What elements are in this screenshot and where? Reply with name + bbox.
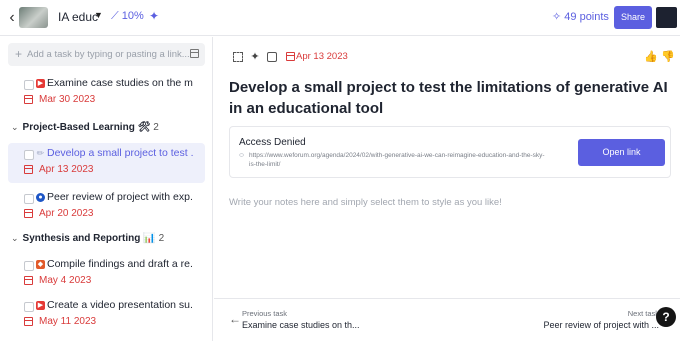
previous-task-label: Previous task (242, 309, 288, 318)
group-count: 2 (158, 233, 165, 244)
gem-icon: ◆ (36, 260, 45, 269)
group-name: Synthesis and Reporting (22, 233, 141, 244)
task-title: Compile findings and draft a re... (47, 258, 193, 270)
points-indicator[interactable]: ✧ 49 points (552, 10, 609, 23)
task-navigation-footer: ← Previous task Examine case studies on … (214, 298, 680, 341)
ai-sparkle-icon[interactable]: ✦ (250, 52, 260, 63)
link-icon: ⬭ (239, 153, 245, 159)
notes-editor[interactable]: Write your notes here and simply select … (229, 197, 502, 208)
points-value: 49 points (564, 11, 609, 23)
group-count: 2 (153, 122, 159, 133)
task-detail-panel: ✦ Apr 13 2023 👍 👎 Develop a small projec… (214, 37, 680, 341)
group-header-synthesis-and-reporting[interactable]: ⌄ Synthesis and Reporting 📊 2 (11, 233, 164, 244)
help-button[interactable]: ? (656, 307, 676, 327)
task-due-date: Mar 30 2023 (39, 94, 96, 105)
avatar[interactable] (656, 7, 677, 28)
thumbs-down-icon[interactable]: 👎 (661, 50, 675, 63)
group-emoji: 📊 (143, 233, 156, 244)
task-heading: Develop a small project to test the limi… (229, 79, 668, 117)
task-title: Peer review of project with exp... (47, 191, 193, 203)
calendar-icon (24, 165, 33, 174)
progress-value: 10% (121, 10, 144, 22)
list-item[interactable]: ◆ Compile findings and draft a re... May… (8, 254, 205, 294)
task-due-date: Apr 20 2023 (39, 208, 94, 219)
link-card-url[interactable]: https://www.weforum.org/agenda/2024/02/w… (249, 151, 549, 169)
task-title: Develop a small project to test ... (47, 147, 193, 159)
progress-indicator[interactable]: ⟋ 10% (111, 10, 144, 23)
task-due-date: May 11 2023 (39, 316, 97, 327)
list-item-selected[interactable]: ✏ Develop a small project to test ... Ap… (8, 143, 205, 183)
globe-icon: ● (36, 193, 45, 202)
task-checkbox[interactable] (24, 80, 34, 90)
chevron-down-icon: ⌄ (11, 233, 19, 243)
next-task-link[interactable]: Peer review of project with ... (543, 320, 659, 330)
task-checkbox[interactable] (24, 261, 34, 271)
group-header-project-based-learning[interactable]: ⌄ Project-Based Learning 🛠 2 (11, 122, 159, 133)
task-due-date: Apr 13 2023 (39, 164, 94, 175)
open-link-button[interactable]: Open link (578, 139, 665, 166)
calendar-icon[interactable] (190, 49, 199, 58)
task-checkbox[interactable] (24, 150, 34, 160)
list-item[interactable]: ▶ Examine case studies on the m... Mar 3… (8, 73, 205, 113)
link-card: Access Denied ⬭ https://www.weforum.org/… (229, 126, 671, 178)
task-due-date: May 4 2023 (39, 275, 92, 286)
group-name: Project-Based Learning (22, 122, 135, 133)
list-item[interactable]: ▶ Create a video presentation su... May … (8, 295, 205, 335)
top-bar: ‹ IA educ ▼ ⟋ 10% ✦ ✧ 49 points Share (0, 0, 680, 36)
calendar-icon[interactable] (286, 52, 295, 61)
list-item[interactable]: ● Peer review of project with exp... Apr… (8, 187, 205, 227)
thumbs-up-icon[interactable]: 👍 (644, 50, 658, 63)
expand-icon[interactable] (233, 52, 243, 62)
share-button[interactable]: Share (614, 6, 652, 29)
add-task-input[interactable]: + Add a task by typing or pasting a link… (8, 43, 205, 66)
task-title: Create a video presentation su... (47, 299, 193, 311)
task-title: Examine case studies on the m... (47, 77, 193, 89)
pencil-icon: ✏ (36, 148, 45, 158)
next-task-label: Next task (627, 309, 659, 318)
group-emoji: 🛠 (137, 122, 151, 133)
previous-task-link[interactable]: Examine case studies on th... (242, 320, 360, 330)
youtube-icon: ▶ (36, 79, 45, 88)
calendar-icon (24, 95, 33, 104)
back-chevron-icon[interactable]: ‹ (6, 9, 18, 27)
course-title[interactable]: IA educ (58, 10, 98, 24)
link-card-title: Access Denied (239, 137, 306, 148)
arrow-left-icon[interactable]: ← (229, 312, 241, 326)
task-checkbox[interactable] (24, 302, 34, 312)
ai-sparkle-icon[interactable]: ✦ (149, 9, 159, 23)
calendar-icon (24, 317, 33, 326)
complete-checkbox[interactable] (267, 52, 277, 62)
calendar-icon (24, 209, 33, 218)
plus-icon: + (15, 47, 23, 61)
course-dropdown-caret-icon[interactable]: ▼ (94, 10, 103, 20)
task-checkbox[interactable] (24, 194, 34, 204)
points-sparkle-icon: ✧ (552, 11, 565, 23)
calendar-icon (24, 276, 33, 285)
course-thumbnail (19, 7, 48, 28)
progress-trend-icon: ⟋ (111, 10, 122, 22)
detail-due-date[interactable]: Apr 13 2023 (296, 51, 348, 62)
task-list-panel: + Add a task by typing or pasting a link… (0, 37, 213, 341)
add-task-placeholder: Add a task by typing or pasting a link..… (27, 49, 190, 60)
youtube-icon: ▶ (36, 301, 45, 310)
chevron-down-icon: ⌄ (11, 122, 19, 132)
